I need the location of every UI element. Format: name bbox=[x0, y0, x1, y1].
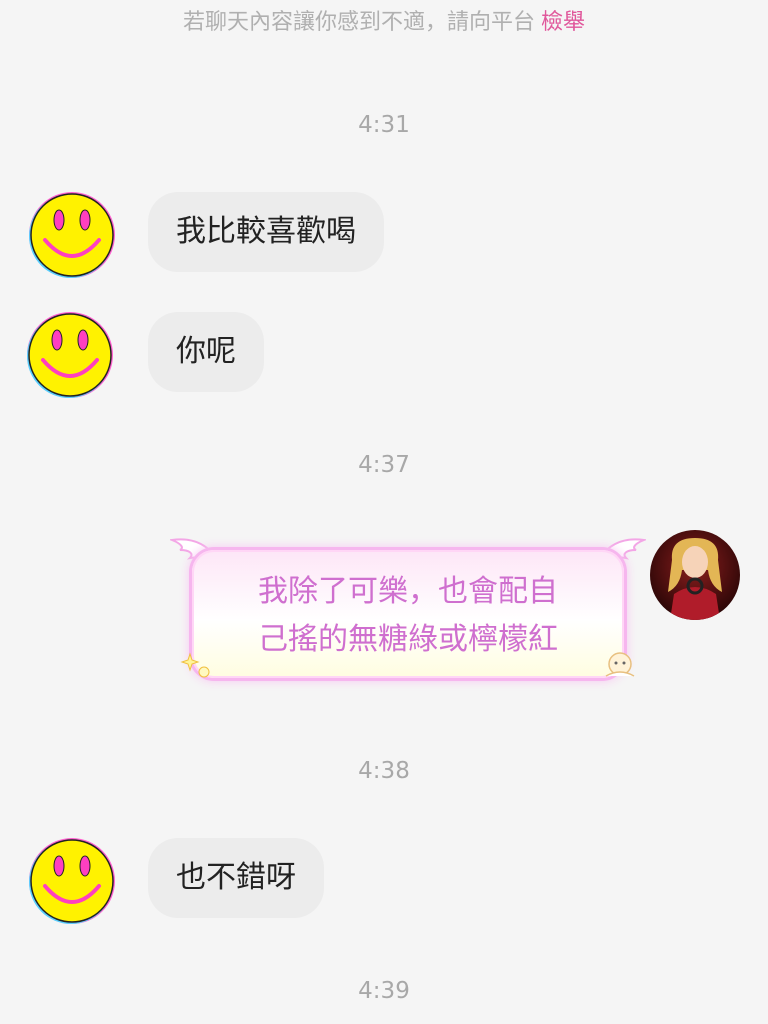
outgoing-message[interactable]: 我除了可樂，也會配自 己搖的無糖綠或檸檬紅 bbox=[192, 550, 624, 678]
chat-safety-notice: 若聊天內容讓你感到不適，請向平台 檢舉 bbox=[0, 4, 768, 36]
outgoing-line: 己搖的無糖綠或檸檬紅 bbox=[258, 622, 558, 657]
smiley-avatar[interactable] bbox=[25, 310, 115, 400]
cherub-icon bbox=[605, 652, 635, 677]
incoming-message[interactable]: 你呢 bbox=[148, 312, 264, 392]
incoming-message[interactable]: 我比較喜歡喝 bbox=[148, 192, 384, 272]
my-avatar[interactable] bbox=[650, 530, 740, 620]
outgoing-message-text: 我除了可樂，也會配自 己搖的無糖綠或檸檬紅 bbox=[192, 568, 624, 664]
incoming-message[interactable]: 也不錯呀 bbox=[148, 838, 324, 918]
outgoing-line: 我除了可樂，也會配自 bbox=[258, 574, 558, 609]
timestamp: 4:38 bbox=[358, 758, 410, 784]
smiley-avatar[interactable] bbox=[27, 836, 117, 926]
notice-text: 若聊天內容讓你感到不適，請向平台 bbox=[182, 10, 535, 35]
timestamp: 4:31 bbox=[358, 112, 410, 138]
timestamp: 4:37 bbox=[358, 452, 410, 478]
smiley-avatar[interactable] bbox=[27, 190, 117, 280]
timestamp: 4:39 bbox=[358, 978, 410, 1004]
report-link[interactable]: 檢舉 bbox=[541, 10, 585, 35]
sparkle-icon bbox=[180, 652, 210, 678]
